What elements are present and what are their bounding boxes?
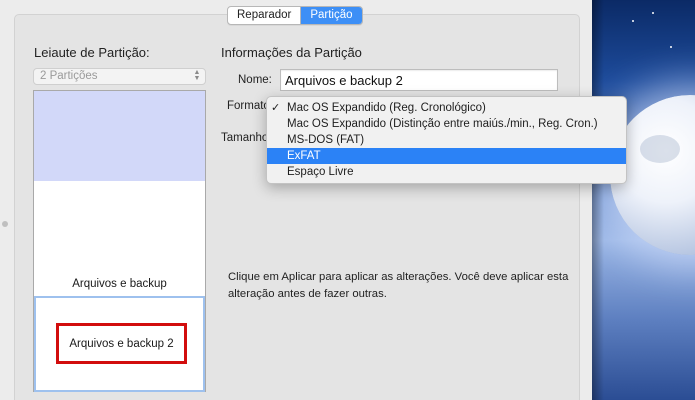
menu-item-mac-os-case-sensitive[interactable]: Mac OS Expandido (Distinção entre maiús.… <box>267 116 626 132</box>
partition-count-value: 2 Partições <box>40 70 98 82</box>
annotation-highlight-box: Arquivos e backup 2 <box>56 323 187 364</box>
partition-block-2[interactable]: Arquivos e backup 2 <box>34 296 205 392</box>
name-label: Nome: <box>238 74 272 86</box>
menu-item-free-space[interactable]: Espaço Livre <box>267 164 626 180</box>
partition-layout-title: Leiaute de Partição: <box>34 45 150 60</box>
checkmark-icon: ✓ <box>271 102 281 114</box>
menu-item-exfat[interactable]: ExFAT <box>267 148 626 164</box>
window-shadow <box>592 0 604 400</box>
star <box>652 12 654 14</box>
star <box>632 20 634 22</box>
disk-utility-window: Reparador Partição Leiaute de Partição: … <box>0 0 600 400</box>
window-resize-dot <box>2 221 8 227</box>
menu-item-label: MS-DOS (FAT) <box>287 134 365 146</box>
menu-item-label: Espaço Livre <box>287 166 354 178</box>
tab-particao[interactable]: Partição <box>300 7 362 24</box>
menu-item-mac-os-journaled[interactable]: ✓ Mac OS Expandido (Reg. Cronológico) <box>267 100 626 116</box>
star <box>670 46 672 48</box>
size-label: Tamanho <box>221 132 269 144</box>
menu-item-ms-dos-fat[interactable]: MS-DOS (FAT) <box>267 132 626 148</box>
format-dropdown-menu[interactable]: ✓ Mac OS Expandido (Reg. Cronológico) Ma… <box>266 96 627 184</box>
partition-1-label: Arquivos e backup <box>72 278 167 290</box>
format-label: Formato <box>227 100 270 112</box>
partition-2-label: Arquivos e backup 2 <box>69 338 174 350</box>
menu-item-label: ExFAT <box>287 150 321 162</box>
partition-count-select[interactable]: 2 Partições ▲ ▼ <box>33 68 206 85</box>
menu-item-label: Mac OS Expandido (Reg. Cronológico) <box>287 102 486 114</box>
free-space-area[interactable] <box>34 91 205 181</box>
desktop-wallpaper <box>592 0 695 400</box>
partition-info-title: Informações da Partição <box>221 45 362 60</box>
partition-name-input[interactable] <box>280 69 558 91</box>
tab-reparador[interactable]: Reparador <box>228 7 300 24</box>
up-down-arrows-icon: ▲ ▼ <box>193 69 201 82</box>
partition-diagram: Arquivos e backup Arquivos e backup 2 <box>33 90 206 392</box>
menu-item-label: Mac OS Expandido (Distinção entre maiús.… <box>287 118 598 130</box>
tab-bar: Reparador Partição <box>227 6 363 25</box>
apply-note: Clique em Aplicar para aplicar as altera… <box>228 271 569 300</box>
